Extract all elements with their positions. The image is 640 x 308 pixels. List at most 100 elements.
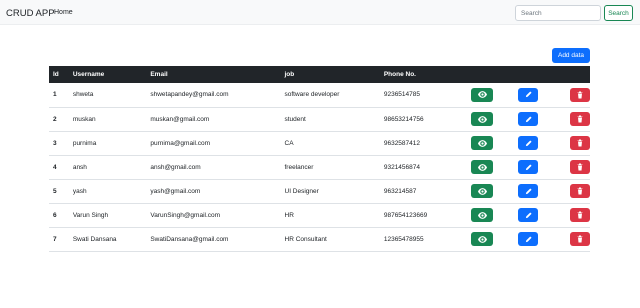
edit-button[interactable] [518, 232, 539, 246]
view-button[interactable] [471, 232, 494, 246]
trash-icon [577, 211, 583, 219]
cell-phone: 98653214756 [383, 115, 424, 123]
users-table: Id Username Email job Phone No. 1 shweta… [49, 66, 590, 252]
cell-username: ansh [72, 163, 87, 171]
trash-icon [577, 235, 583, 243]
column-header-delete [554, 66, 590, 83]
edit-button[interactable] [518, 112, 539, 126]
eye-icon [477, 235, 487, 243]
search-button[interactable]: Search [604, 5, 633, 21]
cell-id: 7 [53, 235, 57, 243]
cell-view [456, 131, 504, 155]
eye-icon [477, 187, 487, 195]
cell-id: 1 [53, 91, 57, 99]
cell-job: software developer [284, 91, 340, 99]
cell-job: UI Designer [284, 187, 319, 195]
column-header-id: Id [53, 71, 59, 78]
delete-button[interactable] [570, 87, 590, 102]
view-button[interactable] [471, 136, 494, 150]
cell-edit [504, 203, 554, 227]
cell-phone: 12365478955 [383, 235, 424, 243]
eye-icon [477, 91, 487, 99]
edit-button[interactable] [518, 160, 539, 174]
table-row: 5 yash yash@gmail.com UI Designer 963214… [49, 179, 590, 203]
cell-edit [504, 155, 554, 179]
edit-button[interactable] [518, 208, 539, 222]
cell-delete [554, 227, 590, 251]
cell-phone: 987654123669 [383, 211, 428, 219]
view-button[interactable] [471, 112, 494, 126]
search-input[interactable] [515, 5, 601, 21]
cell-id: 6 [53, 211, 57, 219]
table-row: 6 Varun Singh VarunSingh@gmail.com HR 98… [49, 203, 590, 227]
table-row: 7 Swati Dansana SwatiDansana@gmail.com H… [49, 227, 590, 251]
column-header-edit [504, 66, 554, 83]
pencil-icon [525, 115, 532, 122]
column-header-username: Username [72, 71, 105, 78]
cell-phone: 9321456874 [383, 163, 420, 171]
cell-id: 5 [53, 187, 57, 195]
cell-edit [504, 83, 554, 107]
table-row: 3 purnima purnima@gmail.com CA 963258741… [49, 131, 590, 155]
delete-button[interactable] [570, 184, 590, 198]
table-row: 1 shweta shwetapandey@gmail.com software… [49, 83, 590, 107]
navbar: CRUD APP Home Search [0, 0, 640, 25]
trash-icon [577, 91, 583, 99]
view-button[interactable] [471, 160, 494, 174]
cell-username: muskan [72, 115, 96, 123]
cell-view [456, 203, 504, 227]
eye-icon [477, 211, 487, 219]
table-row: 4 ansh ansh@gmail.com freelancer 9321456… [49, 155, 590, 179]
pencil-icon [525, 163, 532, 170]
cell-username: shweta [72, 91, 94, 99]
cell-email: muskan@gmail.com [150, 115, 210, 123]
cell-email: SwatiDansana@gmail.com [150, 235, 229, 243]
cell-delete [554, 179, 590, 203]
cell-email: VarunSingh@gmail.com [150, 211, 221, 219]
eye-icon [477, 139, 487, 147]
delete-button[interactable] [570, 136, 590, 150]
trash-icon [577, 139, 583, 147]
edit-button[interactable] [518, 184, 539, 198]
pencil-icon [525, 211, 532, 218]
delete-button[interactable] [570, 112, 590, 126]
pencil-icon [525, 187, 532, 194]
trash-icon [577, 115, 583, 123]
brand-title[interactable]: CRUD APP [6, 8, 55, 19]
delete-button[interactable] [570, 160, 590, 174]
column-header-email: Email [150, 71, 168, 78]
cell-view [456, 83, 504, 107]
nav-home-link[interactable]: Home [54, 9, 73, 16]
column-header-job: job [284, 71, 295, 78]
view-button[interactable] [471, 184, 494, 198]
cell-email: ansh@gmail.com [150, 163, 201, 171]
view-button[interactable] [471, 208, 494, 222]
cell-delete [554, 107, 590, 131]
cell-edit [504, 227, 554, 251]
delete-button[interactable] [570, 232, 590, 246]
pencil-icon [525, 139, 532, 146]
cell-id: 2 [53, 115, 57, 123]
view-button[interactable] [471, 87, 494, 102]
add-data-button[interactable]: Add data [552, 48, 590, 63]
cell-username: Varun Singh [72, 211, 109, 219]
edit-button[interactable] [518, 87, 539, 102]
cell-view [456, 107, 504, 131]
delete-button[interactable] [570, 208, 590, 222]
table-header: Id Username Email job Phone No. [49, 66, 590, 83]
cell-phone: 9632587412 [383, 139, 420, 147]
cell-phone: 963214587 [383, 187, 417, 195]
eye-icon [477, 163, 487, 171]
cell-job: freelancer [284, 163, 314, 171]
pencil-icon [525, 91, 532, 98]
edit-button[interactable] [518, 136, 539, 150]
cell-job: HR [284, 211, 294, 219]
cell-job: HR Consultant [284, 235, 327, 243]
cell-username: purnima [72, 139, 97, 147]
table-row: 2 muskan muskan@gmail.com student 986532… [49, 107, 590, 131]
cell-phone: 9236514785 [383, 91, 420, 99]
cell-id: 4 [53, 163, 57, 171]
cell-email: yash@gmail.com [150, 187, 201, 195]
eye-icon [477, 115, 487, 123]
cell-email: shwetapandey@gmail.com [150, 91, 229, 99]
